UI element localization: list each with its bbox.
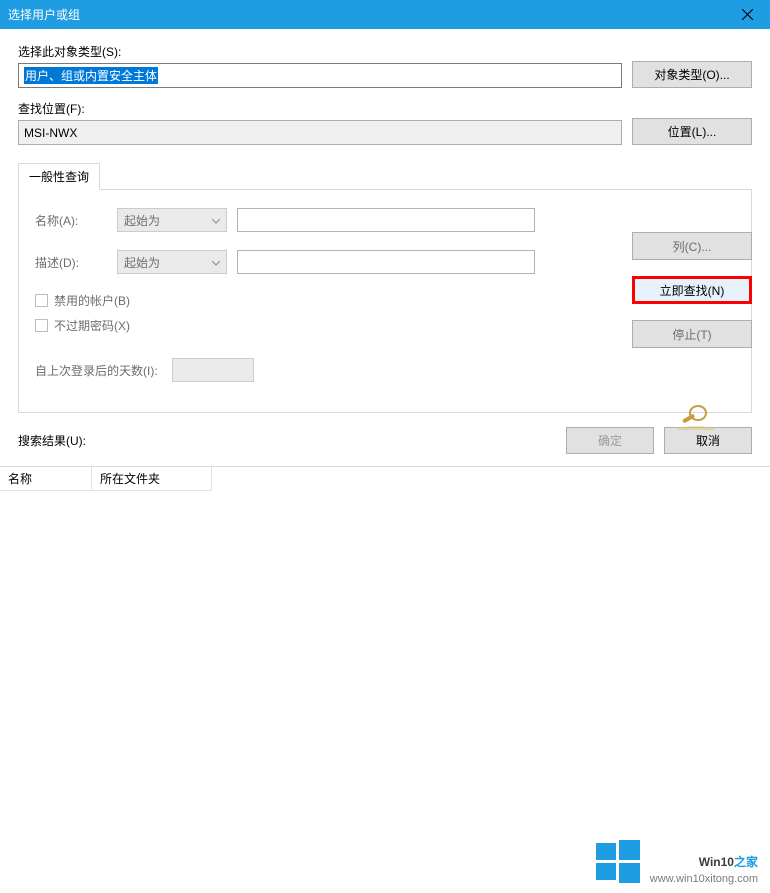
find-now-button[interactable]: 立即查找(N): [632, 276, 752, 304]
name-mode-combo[interactable]: 起始为: [117, 208, 227, 232]
location-value: MSI-NWX: [24, 126, 77, 140]
chevron-down-icon: [212, 213, 220, 227]
close-icon: [742, 9, 753, 20]
days-since-login-label: 自上次登录后的天数(I):: [35, 362, 158, 379]
window-title: 选择用户或组: [8, 6, 725, 23]
watermark: Win10之家 www.win10xitong.com: [594, 837, 758, 885]
object-type-box: 用户、组或内置安全主体: [18, 63, 622, 88]
never-expire-checkbox[interactable]: [35, 319, 48, 332]
windows-logo-icon: [594, 837, 642, 885]
location-label: 查找位置(F):: [18, 100, 622, 117]
disabled-accounts-label: 禁用的帐户(B): [54, 292, 130, 309]
ok-button[interactable]: 确定: [566, 427, 654, 454]
never-expire-label: 不过期密码(X): [54, 317, 130, 334]
watermark-url: www.win10xitong.com: [650, 873, 758, 885]
name-input[interactable]: [237, 208, 535, 232]
object-type-value: 用户、组或内置安全主体: [24, 67, 158, 84]
desc-label: 描述(D):: [35, 254, 107, 271]
column-name[interactable]: 名称: [0, 467, 92, 491]
watermark-brand: Win10之家: [650, 842, 758, 873]
results-list: 名称 所在文件夹: [0, 466, 770, 791]
location-box: MSI-NWX: [18, 120, 622, 145]
magnifier-icon: [678, 402, 714, 433]
column-folder[interactable]: 所在文件夹: [92, 467, 212, 491]
columns-button[interactable]: 列(C)...: [632, 232, 752, 260]
titlebar: 选择用户或组: [0, 0, 770, 29]
object-type-label: 选择此对象类型(S):: [18, 43, 622, 60]
desc-mode-combo[interactable]: 起始为: [117, 250, 227, 274]
close-button[interactable]: [725, 0, 770, 29]
stop-button[interactable]: 停止(T): [632, 320, 752, 348]
search-results-label: 搜索结果(U):: [18, 432, 556, 449]
locations-button[interactable]: 位置(L)...: [632, 118, 752, 145]
tab-common-queries[interactable]: 一般性查询: [18, 163, 100, 190]
chevron-down-icon: [212, 255, 220, 269]
name-label: 名称(A):: [35, 212, 107, 229]
desc-input[interactable]: [237, 250, 535, 274]
results-body[interactable]: [0, 491, 770, 791]
disabled-accounts-checkbox[interactable]: [35, 294, 48, 307]
object-types-button[interactable]: 对象类型(O)...: [632, 61, 752, 88]
days-since-login-combo[interactable]: [172, 358, 254, 382]
